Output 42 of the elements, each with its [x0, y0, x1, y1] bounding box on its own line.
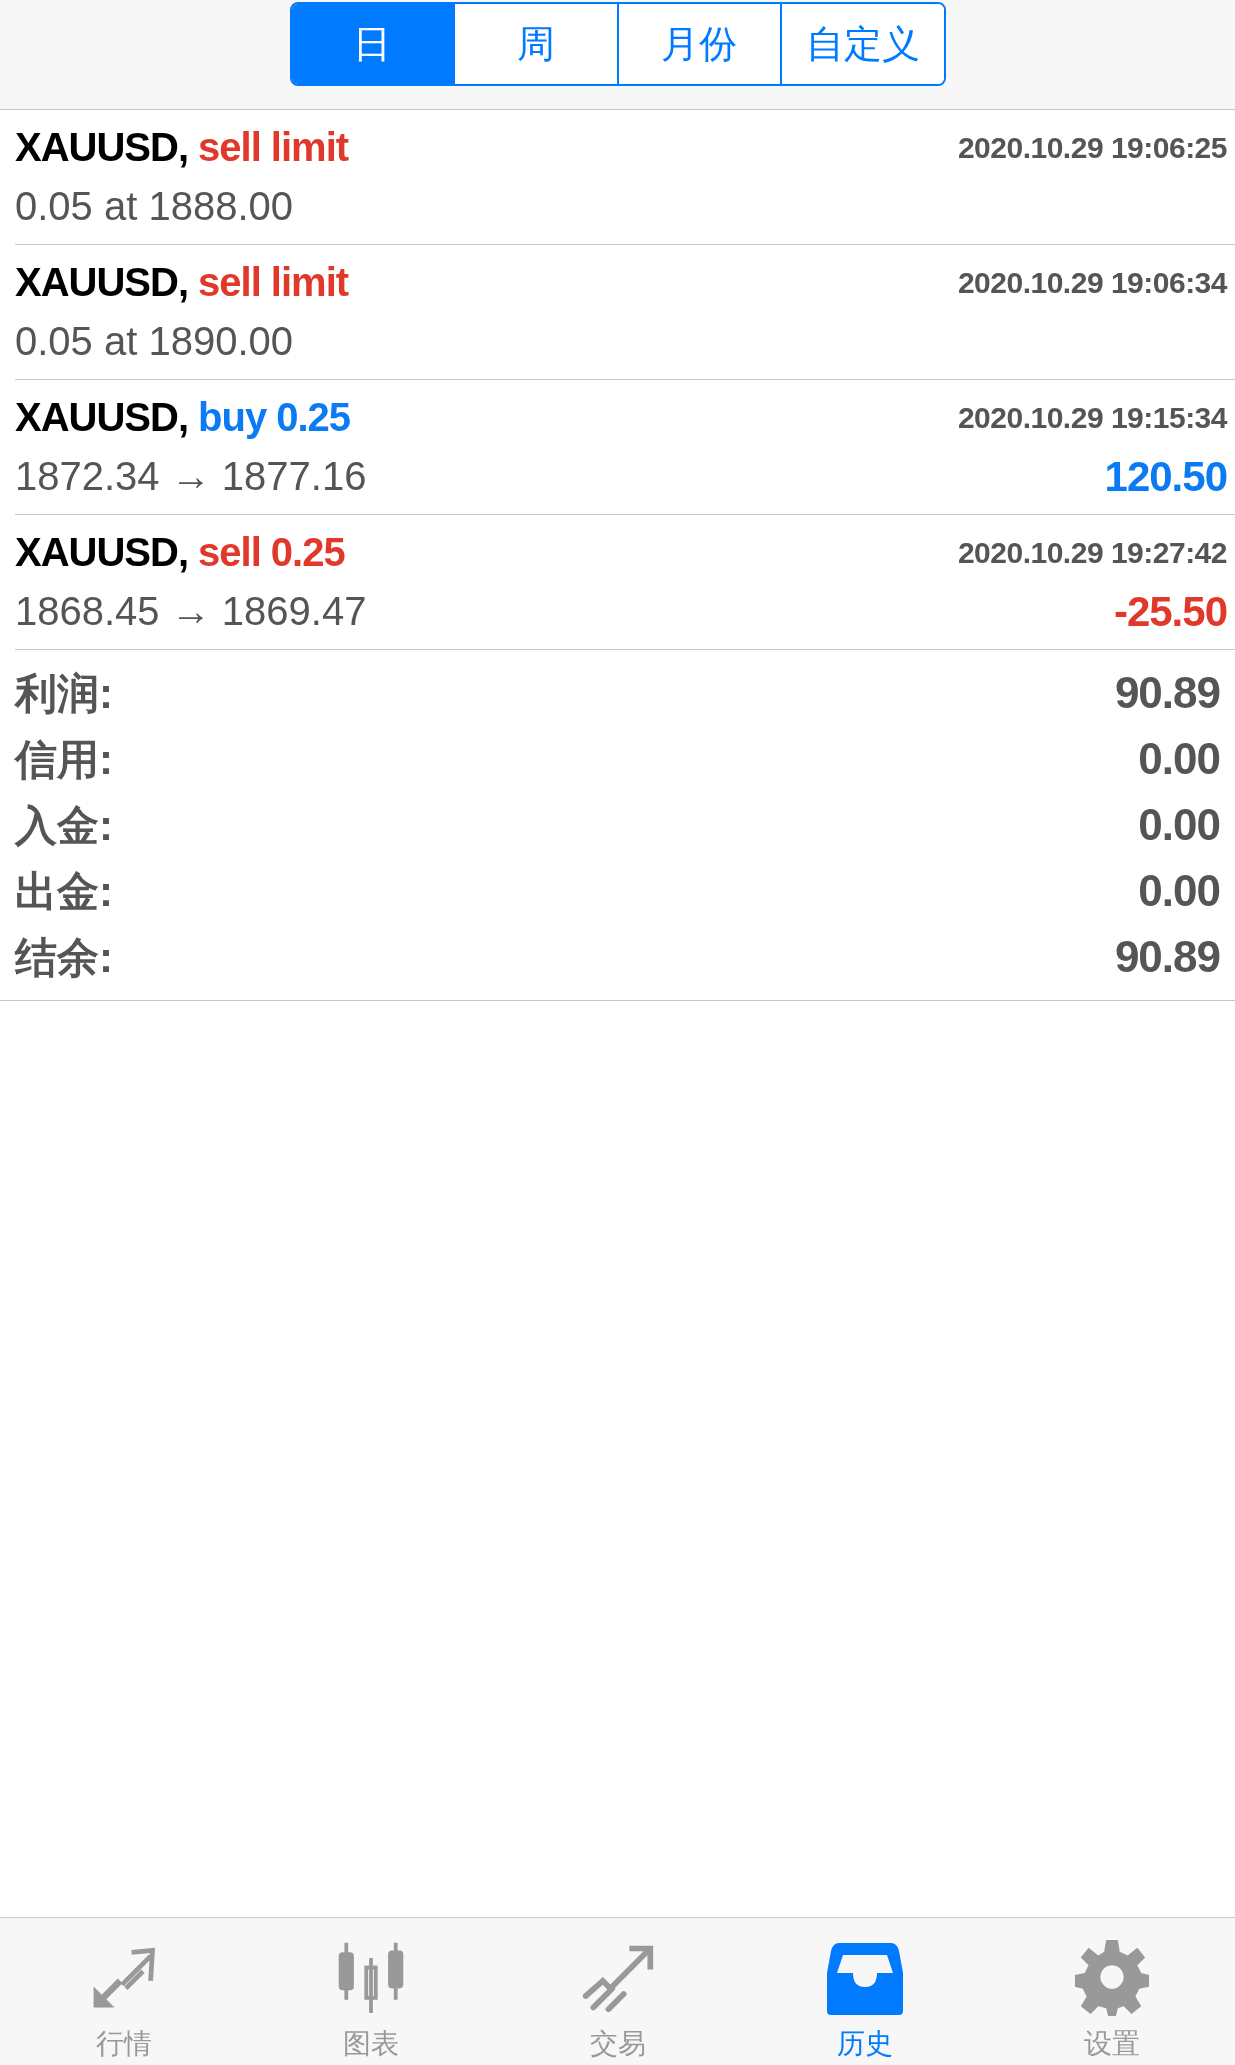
order-type-text: sell 0.25: [198, 529, 345, 576]
trade-row[interactable]: XAUUSD, sell 0.25 2020.10.29 19:27:42 1868.45 → 1869.47 -25.50: [15, 515, 1235, 650]
symbol-text: XAUUSD,: [15, 124, 189, 171]
summary-value: 0.00: [1138, 865, 1220, 917]
period-tab[interactable]: 日: [291, 4, 453, 84]
summary-label: 信用:: [15, 734, 113, 785]
price-text: 1872.34 → 1877.16: [15, 453, 367, 500]
order-type-text: sell limit: [198, 259, 349, 306]
summary-value: 90.89: [1114, 931, 1220, 983]
order-type-text: buy 0.25: [198, 394, 351, 441]
profit-text: -25.50: [1113, 586, 1227, 637]
symbol-text: XAUUSD,: [15, 529, 189, 576]
trade-row[interactable]: XAUUSD, buy 0.25 2020.10.29 19:15:34 1872.34 → 1877.16 120.50: [15, 380, 1235, 515]
tab-bar-item[interactable]: 设置: [988, 1918, 1235, 2065]
profit-text: 120.50: [1104, 451, 1227, 502]
summary-label: 结余:: [15, 932, 113, 983]
tab-bar-item[interactable]: 行情: [0, 1918, 247, 2065]
symbol-text: XAUUSD,: [15, 259, 189, 306]
trade-time: 2020.10.29 19:06:25: [957, 129, 1227, 166]
price-text: 0.05 at 1888.00: [15, 183, 294, 230]
trade-row[interactable]: XAUUSD, sell limit 2020.10.29 19:06:25 0.05 at 1888.00: [15, 110, 1235, 245]
price-text: 0.05 at 1890.00: [15, 318, 294, 365]
trade-row[interactable]: XAUUSD, sell limit 2020.10.29 19:06:34 0.05 at 1890.00: [15, 245, 1235, 380]
summary-label: 出金:: [15, 866, 113, 917]
tab-bar-item[interactable]: 图表: [247, 1918, 494, 2065]
trade-time: 2020.10.29 19:15:34: [957, 399, 1227, 436]
summary-value: 0.00: [1138, 799, 1220, 851]
settings-icon: [1072, 1937, 1151, 2016]
trade-time: 2020.10.29 19:27:42: [957, 534, 1227, 571]
trade-time: 2020.10.29 19:06:34: [957, 264, 1227, 301]
summary-value: 90.89: [1114, 667, 1220, 719]
order-type-text: sell limit: [198, 124, 349, 171]
summary-label: 入金:: [15, 800, 113, 851]
period-tab[interactable]: 月份: [616, 4, 780, 84]
period-tab[interactable]: 周: [453, 4, 617, 84]
summary-value: 0.00: [1138, 733, 1220, 785]
price-text: 1868.45 → 1869.47: [15, 588, 367, 635]
period-tab[interactable]: 自定义: [780, 4, 944, 84]
symbol-text: XAUUSD,: [15, 394, 189, 441]
tab-bar-item[interactable]: 历史: [741, 1918, 988, 2065]
summary-label: 利润:: [15, 668, 113, 719]
tab-bar-item[interactable]: 交易: [494, 1918, 741, 2065]
